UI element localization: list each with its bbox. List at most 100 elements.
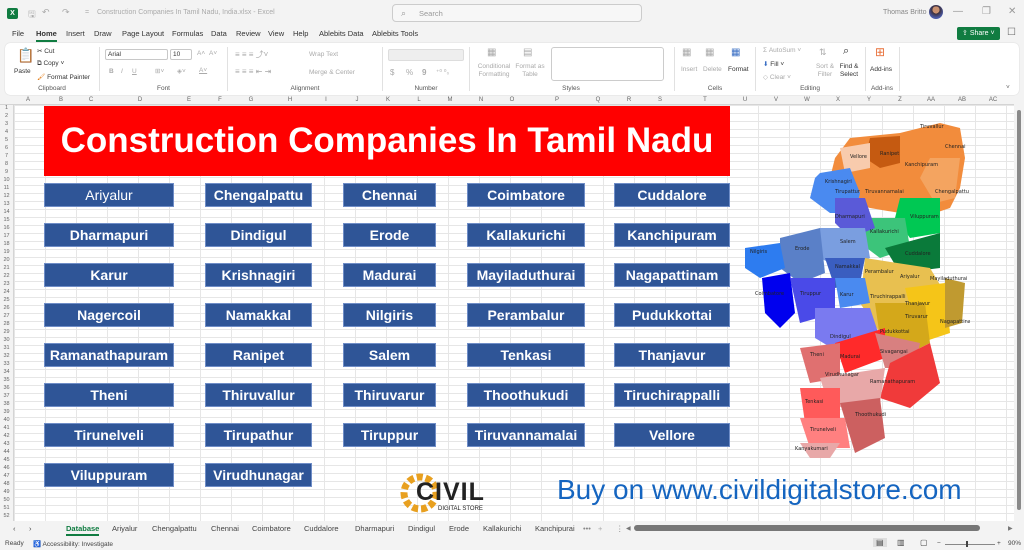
district-button-tenkasi[interactable]: Tenkasi bbox=[467, 343, 585, 367]
district-button-chennai[interactable]: Chennai bbox=[343, 183, 436, 207]
column-header[interactable]: X bbox=[830, 97, 846, 103]
column-header[interactable]: J bbox=[349, 97, 365, 103]
tab-file[interactable]: File bbox=[12, 29, 24, 38]
align-left-icon[interactable]: ≡ ≡ ≡ ⇤ ⇥ bbox=[235, 67, 271, 76]
district-button-tirupathur[interactable]: Tirupathur bbox=[205, 423, 312, 447]
search-box[interactable]: ⌕ Search bbox=[392, 4, 642, 22]
row-header[interactable]: 43 bbox=[0, 441, 13, 447]
column-header[interactable]: C bbox=[83, 97, 99, 103]
district-button-tiruchirappalli[interactable]: Tiruchirappalli bbox=[614, 383, 730, 407]
row-header[interactable]: 46 bbox=[0, 465, 13, 471]
format-painter-button[interactable]: 🖌 Format Painter bbox=[37, 73, 90, 81]
column-header[interactable]: V bbox=[768, 97, 784, 103]
options-icon[interactable]: ⋮ bbox=[616, 524, 624, 533]
font-size-select[interactable]: 10 bbox=[170, 49, 192, 60]
currency-button[interactable]: $ bbox=[390, 68, 394, 77]
row-header[interactable]: 10 bbox=[0, 177, 13, 183]
district-button-mayiladuthurai[interactable]: Mayiladuthurai bbox=[467, 263, 585, 287]
wrap-text-button[interactable]: Wrap Text bbox=[309, 51, 338, 58]
page-layout-view-icon[interactable]: ▥ bbox=[897, 538, 905, 547]
column-header[interactable]: I bbox=[318, 97, 334, 103]
user-name[interactable]: Thomas Britto bbox=[883, 9, 927, 16]
row-header[interactable]: 44 bbox=[0, 449, 13, 455]
tab-data[interactable]: Data bbox=[211, 29, 227, 38]
district-button-tiruvannamalai[interactable]: Tiruvannamalai bbox=[467, 423, 585, 447]
customize-qat-icon[interactable]: = bbox=[85, 9, 89, 16]
row-header[interactable]: 39 bbox=[0, 409, 13, 415]
redo-icon[interactable]: ↷ bbox=[62, 7, 70, 18]
district-button-kallakurichi[interactable]: Kallakurichi bbox=[467, 223, 585, 247]
district-button-madurai[interactable]: Madurai bbox=[343, 263, 436, 287]
close-button[interactable]: ✕ bbox=[1008, 6, 1016, 17]
row-header[interactable]: 14 bbox=[0, 209, 13, 215]
row-header[interactable]: 17 bbox=[0, 233, 13, 239]
row-header[interactable]: 42 bbox=[0, 433, 13, 439]
comma-button[interactable]: 9 bbox=[422, 68, 426, 77]
column-header[interactable]: L bbox=[411, 97, 427, 103]
district-button-nagercoil[interactable]: Nagercoil bbox=[44, 303, 174, 327]
column-header[interactable]: W bbox=[799, 97, 815, 103]
row-header[interactable]: 33 bbox=[0, 361, 13, 367]
column-header[interactable]: O bbox=[504, 97, 520, 103]
zoom-out-button[interactable]: − bbox=[937, 540, 941, 547]
row-header[interactable]: 16 bbox=[0, 225, 13, 231]
row-header[interactable]: 31 bbox=[0, 345, 13, 351]
row-header[interactable]: 37 bbox=[0, 393, 13, 399]
column-header[interactable]: K bbox=[380, 97, 396, 103]
column-header[interactable]: H bbox=[282, 97, 298, 103]
column-header[interactable]: S bbox=[652, 97, 668, 103]
sheet-tab-erode[interactable]: Erode bbox=[449, 524, 469, 533]
row-header[interactable]: 5 bbox=[0, 137, 13, 143]
number-format-select[interactable] bbox=[388, 49, 464, 61]
district-button-ramanathapuram[interactable]: Ramanathapuram bbox=[44, 343, 174, 367]
zoom-level[interactable]: 90% bbox=[1008, 540, 1021, 547]
cut-button[interactable]: ✂ Cut bbox=[37, 47, 54, 55]
district-button-thanjavur[interactable]: Thanjavur bbox=[614, 343, 730, 367]
row-header[interactable]: 25 bbox=[0, 297, 13, 303]
district-button-virudhunagar[interactable]: Virudhunagar bbox=[205, 463, 312, 487]
row-header[interactable]: 27 bbox=[0, 313, 13, 319]
decimal-icon[interactable]: ⁺⁰ ⁰₀ bbox=[436, 68, 449, 76]
row-header[interactable]: 21 bbox=[0, 265, 13, 271]
row-header[interactable]: 26 bbox=[0, 305, 13, 311]
column-header[interactable]: Q bbox=[590, 97, 606, 103]
more-sheets-button[interactable]: ••• bbox=[583, 524, 591, 533]
row-header[interactable]: 19 bbox=[0, 249, 13, 255]
fill-button[interactable]: ⬇ Fill ˅ bbox=[763, 60, 784, 68]
insert-cells-button[interactable]: Insert bbox=[681, 66, 697, 73]
sheet-tab-database[interactable]: Database bbox=[66, 524, 100, 536]
cell-styles-gallery[interactable] bbox=[551, 47, 664, 81]
prev-sheet-button[interactable]: ‹ bbox=[13, 524, 16, 533]
autosum-button[interactable]: Σ AutoSum ˅ bbox=[763, 47, 801, 54]
district-button-ranipet[interactable]: Ranipet bbox=[205, 343, 312, 367]
row-header[interactable]: 47 bbox=[0, 473, 13, 479]
font-name-select[interactable]: Arial bbox=[105, 49, 168, 60]
zoom-in-button[interactable]: + bbox=[997, 540, 1001, 547]
vertical-scrollbar[interactable] bbox=[1014, 96, 1024, 521]
clear-button[interactable]: ◇ Clear ˅ bbox=[763, 73, 791, 81]
paste-button[interactable]: Paste bbox=[14, 68, 31, 75]
merge-center-button[interactable]: Merge & Center bbox=[309, 69, 355, 76]
district-button-chengalpattu[interactable]: Chengalpattu bbox=[205, 183, 312, 207]
district-button-thoothukudi[interactable]: Thoothukudi bbox=[467, 383, 585, 407]
row-header[interactable]: 34 bbox=[0, 369, 13, 375]
column-header[interactable]: M bbox=[442, 97, 458, 103]
column-header[interactable]: Z bbox=[892, 97, 908, 103]
row-header[interactable]: 9 bbox=[0, 169, 13, 175]
row-header[interactable]: 48 bbox=[0, 481, 13, 487]
promo-link[interactable]: Buy on www.civildigitalstore.com bbox=[557, 474, 962, 506]
row-header[interactable]: 23 bbox=[0, 281, 13, 287]
district-button-karur[interactable]: Karur bbox=[44, 263, 174, 287]
district-button-theni[interactable]: Theni bbox=[44, 383, 174, 407]
align-top-icon[interactable]: ≡ ≡ ≡ ⤴˅ bbox=[235, 49, 268, 60]
district-button-thiruvarur[interactable]: Thiruvarur bbox=[343, 383, 436, 407]
row-header[interactable]: 8 bbox=[0, 161, 13, 167]
row-header[interactable]: 50 bbox=[0, 497, 13, 503]
italic-button[interactable]: I bbox=[121, 68, 123, 75]
zoom-slider-handle[interactable] bbox=[966, 541, 968, 547]
column-header[interactable]: AC bbox=[985, 97, 1001, 103]
tab-draw[interactable]: Draw bbox=[94, 29, 112, 38]
save-icon[interactable]: 🖫 bbox=[28, 7, 36, 23]
sheet-tab-chennai[interactable]: Chennai bbox=[211, 524, 239, 533]
bold-button[interactable]: B bbox=[109, 68, 114, 75]
